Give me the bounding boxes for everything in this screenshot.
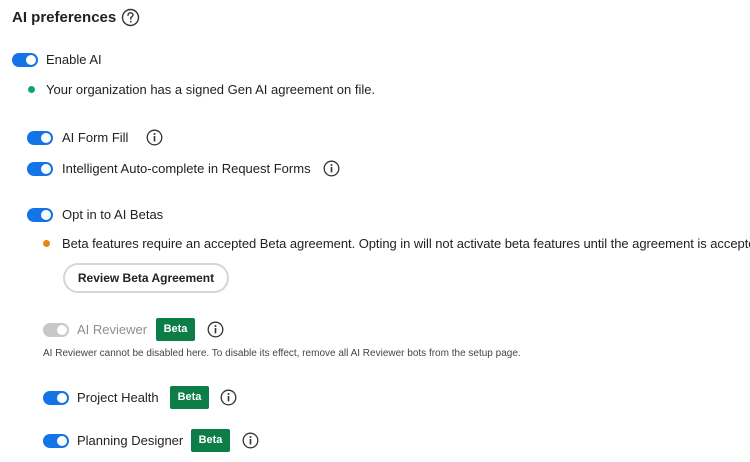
info-icon[interactable]	[207, 321, 224, 338]
project-health-label: Project Health	[77, 390, 159, 405]
toggle-knob	[26, 55, 36, 65]
info-icon[interactable]	[242, 432, 259, 449]
ai-reviewer-toggle	[43, 323, 69, 337]
toggle-knob	[57, 393, 67, 403]
info-icon[interactable]	[323, 160, 340, 177]
planning-designer-label: Planning Designer	[77, 433, 184, 448]
beta-badge: Beta	[156, 318, 195, 341]
toggle-knob	[57, 436, 67, 446]
beta-badge: Beta	[170, 386, 209, 409]
toggle-knob	[41, 133, 51, 143]
review-beta-agreement-button[interactable]: Review Beta Agreement	[63, 263, 229, 293]
ai-betas-toggle[interactable]	[27, 208, 53, 222]
ai-reviewer-label: AI Reviewer	[77, 322, 148, 337]
ai-reviewer-note: AI Reviewer cannot be disabled here. To …	[43, 348, 521, 359]
toggle-knob	[41, 210, 51, 220]
beta-badge: Beta	[191, 429, 230, 452]
org-agreement-status: Your organization has a signed Gen AI ag…	[46, 82, 376, 97]
auto-complete-label: Intelligent Auto-complete in Request For…	[62, 161, 311, 176]
info-icon[interactable]	[220, 389, 237, 406]
enable-ai-label: Enable AI	[46, 52, 102, 67]
auto-complete-toggle[interactable]	[27, 162, 53, 176]
help-circle-icon[interactable]	[121, 8, 140, 27]
beta-warning-text: Beta features require an accepted Beta a…	[62, 236, 750, 251]
page-title: AI preferences	[12, 9, 117, 26]
status-dot-orange	[43, 240, 50, 247]
enable-ai-toggle[interactable]	[12, 53, 38, 67]
toggle-knob	[57, 325, 67, 335]
planning-designer-toggle[interactable]	[43, 434, 69, 448]
project-health-toggle[interactable]	[43, 391, 69, 405]
info-icon[interactable]	[146, 129, 163, 146]
ai-form-fill-toggle[interactable]	[27, 131, 53, 145]
toggle-knob	[41, 164, 51, 174]
status-dot-green	[28, 86, 35, 93]
ai-betas-label: Opt in to AI Betas	[62, 207, 164, 222]
ai-form-fill-label: AI Form Fill	[62, 130, 129, 145]
